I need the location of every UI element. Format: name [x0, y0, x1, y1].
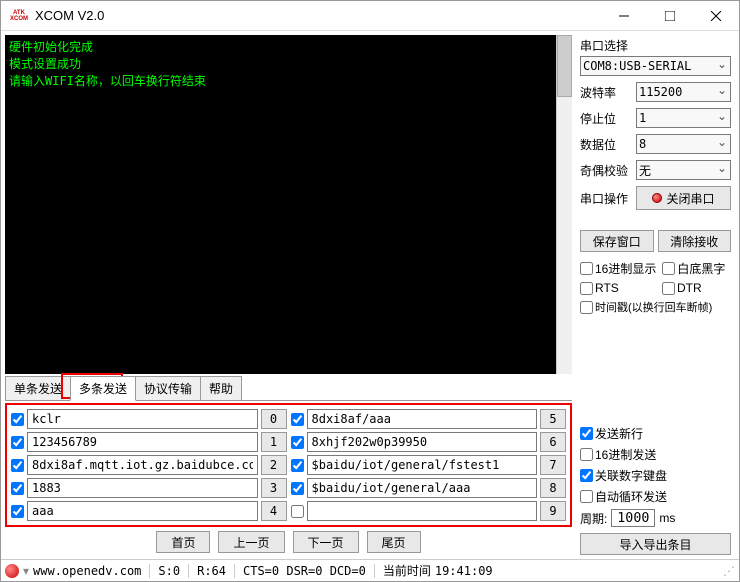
minimize-button[interactable] — [601, 1, 647, 31]
row3-text[interactable] — [27, 478, 258, 498]
rts-check[interactable] — [580, 282, 593, 295]
terminal-line: 请输入WIFI名称，以回车换行符结束 — [9, 73, 568, 90]
terminal-line: 模式设置成功 — [9, 56, 568, 73]
last-page-button[interactable]: 尾页 — [367, 531, 421, 553]
tab-single-send[interactable]: 单条发送 — [5, 376, 71, 400]
status-time-label: 当前时间 — [383, 562, 431, 579]
loop-send-check[interactable] — [580, 490, 593, 503]
white-bg-check[interactable] — [662, 262, 675, 275]
port-status-icon — [652, 193, 662, 203]
row2-check[interactable] — [11, 459, 24, 472]
row7-btn[interactable]: 7 — [540, 455, 566, 475]
row7-check[interactable] — [291, 459, 304, 472]
send-tabs: 单条发送 多条发送 协议传输 帮助 — [5, 376, 572, 401]
data-select[interactable] — [636, 134, 731, 154]
row4-check[interactable] — [11, 505, 24, 518]
row9-check[interactable] — [291, 505, 304, 518]
period-unit: ms — [659, 511, 675, 525]
multi-send-grid: 0 5 1 6 — [5, 403, 572, 527]
terminal-scrollbar[interactable] — [556, 35, 572, 374]
parity-select[interactable] — [636, 160, 731, 180]
dtr-check[interactable] — [662, 282, 675, 295]
tab-multi-send[interactable]: 多条发送 — [70, 376, 136, 401]
prev-page-button[interactable]: 上一页 — [218, 531, 284, 553]
row0-btn[interactable]: 0 — [261, 409, 287, 429]
baud-select[interactable] — [636, 82, 731, 102]
row5-check[interactable] — [291, 413, 304, 426]
close-button[interactable] — [693, 1, 739, 31]
row1-text[interactable] — [27, 432, 258, 452]
row4-btn[interactable]: 4 — [261, 501, 287, 521]
close-port-button[interactable]: 关闭串口 — [636, 186, 731, 210]
row6-check[interactable] — [291, 436, 304, 449]
status-r: R:64 — [197, 564, 226, 578]
row9-text[interactable] — [307, 501, 538, 521]
period-input[interactable] — [611, 509, 655, 527]
hex-send-check[interactable] — [580, 448, 593, 461]
parity-label: 奇偶校验 — [580, 162, 632, 179]
row1-check[interactable] — [11, 436, 24, 449]
row2-btn[interactable]: 2 — [261, 455, 287, 475]
status-s: S:0 — [158, 564, 180, 578]
terminal-line: 硬件初始化完成 — [9, 39, 568, 56]
row0-check[interactable] — [11, 413, 24, 426]
row3-btn[interactable]: 3 — [261, 478, 287, 498]
row3-check[interactable] — [11, 482, 24, 495]
maximize-button[interactable] — [647, 1, 693, 31]
row5-btn[interactable]: 5 — [540, 409, 566, 429]
tab-help[interactable]: 帮助 — [200, 376, 242, 400]
statusbar: ▾ www.openedv.com S:0 R:64 CTS=0 DSR=0 D… — [1, 559, 739, 581]
period-label: 周期: — [580, 510, 607, 527]
row4-text[interactable] — [27, 501, 258, 521]
clear-recv-button[interactable]: 清除接收 — [658, 230, 732, 252]
app-logo: ATKXCOM — [9, 6, 29, 26]
row2-text[interactable] — [27, 455, 258, 475]
pager: 首页 上一页 下一页 尾页 — [5, 527, 572, 555]
row6-btn[interactable]: 6 — [540, 432, 566, 452]
first-page-button[interactable]: 首页 — [156, 531, 210, 553]
port-label: 串口选择 — [580, 37, 731, 54]
stop-select[interactable] — [636, 108, 731, 128]
port-select[interactable] — [580, 56, 731, 76]
row5-text[interactable] — [307, 409, 538, 429]
timestamp-check[interactable] — [580, 301, 593, 314]
window-title: XCOM V2.0 — [35, 8, 104, 23]
stop-label: 停止位 — [580, 110, 632, 127]
row8-btn[interactable]: 8 — [540, 478, 566, 498]
row1-btn[interactable]: 1 — [261, 432, 287, 452]
settings-panel: 串口选择 波特率 停止位 数据位 奇偶校验 串口操作 关闭串口 — [576, 31, 739, 559]
row9-btn[interactable]: 9 — [540, 501, 566, 521]
row8-text[interactable] — [307, 478, 538, 498]
status-dot-icon — [5, 564, 19, 578]
data-label: 数据位 — [580, 136, 632, 153]
numpad-check[interactable] — [580, 469, 593, 482]
hex-display-check[interactable] — [580, 262, 593, 275]
titlebar: ATKXCOM XCOM V2.0 — [1, 1, 739, 31]
save-window-button[interactable]: 保存窗口 — [580, 230, 654, 252]
row0-text[interactable] — [27, 409, 258, 429]
status-caret-icon: ▾ — [23, 564, 29, 578]
op-label: 串口操作 — [580, 190, 632, 207]
row6-text[interactable] — [307, 432, 538, 452]
terminal-output: 硬件初始化完成 模式设置成功 请输入WIFI名称，以回车换行符结束 — [5, 35, 572, 374]
next-page-button[interactable]: 下一页 — [293, 531, 359, 553]
send-newline-check[interactable] — [580, 427, 593, 440]
resize-grip-icon[interactable]: ⋰ — [723, 564, 735, 578]
status-url: www.openedv.com — [33, 564, 141, 578]
row7-text[interactable] — [307, 455, 538, 475]
baud-label: 波特率 — [580, 84, 632, 101]
status-time-value: 19:41:09 — [435, 564, 493, 578]
tab-protocol[interactable]: 协议传输 — [135, 376, 201, 400]
status-signals: CTS=0 DSR=0 DCD=0 — [243, 564, 366, 578]
import-export-button[interactable]: 导入导出条目 — [580, 533, 731, 555]
row8-check[interactable] — [291, 482, 304, 495]
